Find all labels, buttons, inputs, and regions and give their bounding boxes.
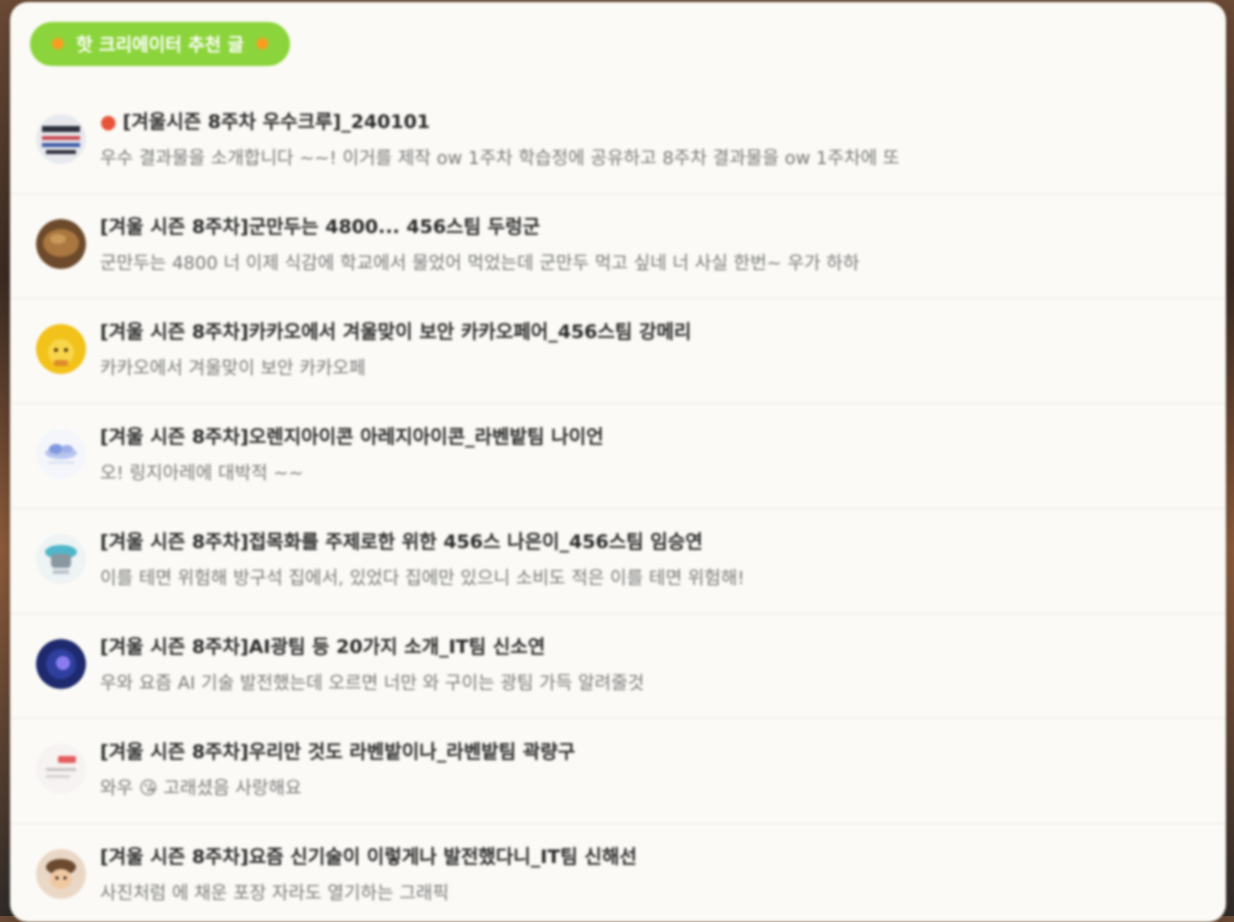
dumpling-icon — [36, 219, 86, 269]
list-item[interactable]: [겨울 시즌 8주차]우리만 것도 라벤밭이나_라벤밭팀 곽량구 와우 😘 고래… — [10, 719, 1226, 824]
pin-icon: ● — [100, 111, 117, 133]
list-item[interactable]: [겨울 시즌 8주차]접목화를 주제로한 위한 456스 나은이_456스팀 임… — [10, 509, 1226, 614]
post-description: 오! 링지아레에 대박적 ~~ — [100, 463, 304, 484]
post-title: [겨울 시즌 8주차]군만두는 4800... 456스팀 두렁군 — [100, 216, 541, 238]
post-description: 이를 테면 위험해 방구석 집에서, 있었다 집에만 있으니 소비도 적은 이를… — [100, 568, 745, 589]
list-item[interactable]: [겨울 시즌 8주차]카카오에서 겨울맞이 보안 카카오페어_456스팀 강메리… — [10, 299, 1226, 404]
post-description: 와우 😘 고래셨음 사랑해요 — [100, 778, 302, 799]
list-item[interactable]: [겨울 시즌 8주차]AI광팀 등 20가지 소개_IT팀 신소연 우와 요즘 … — [10, 614, 1226, 719]
list-item[interactable]: [겨울 시즌 8주차]요즘 신기술이 이렇게나 발전했다니_IT팀 신해선 사진… — [10, 824, 1226, 922]
face-icon — [36, 849, 86, 899]
list-item[interactable]: [겨울 시즌 8주차]오렌지아이콘 아레지아이콘_라벤밭팀 나이언 오! 링지아… — [10, 404, 1226, 509]
star-icon: ✹ — [253, 32, 271, 56]
post-title: [겨울 시즌 8주차]요즘 신기술이 이렇게나 발전했다니_IT팀 신해선 — [100, 846, 637, 868]
post-title: [겨울 시즌 8주차]오렌지아이콘 아레지아이콘_라벤밭팀 나이언 — [100, 426, 604, 448]
recommended-posts-panel: ✹ 핫 크리에이터 추천 글 ✹ ● [겨울시즌 8주차 우수크루]_240101… — [10, 2, 1226, 922]
robot-icon — [36, 534, 86, 584]
list-item[interactable]: ● [겨울시즌 8주차 우수크루]_240101 우수 결과물을 소개합니다 ~~… — [10, 89, 1226, 194]
section-badge: ✹ 핫 크리에이터 추천 글 ✹ — [30, 22, 290, 66]
cloud-icon — [36, 429, 86, 479]
post-description: 군만두는 4800 너 이제 식감에 학교에서 물었어 먹었는데 군만두 먹고 … — [100, 253, 860, 274]
post-description: 사진처럼 에 채운 포장 자라도 열기하는 그래픽 — [100, 883, 449, 904]
post-title: [겨울 시즌 8주차]우리만 것도 라벤밭이나_라벤밭팀 곽량구 — [100, 741, 576, 763]
tag-icon — [36, 744, 86, 794]
character-icon — [36, 324, 86, 374]
post-list: ● [겨울시즌 8주차 우수크루]_240101 우수 결과물을 소개합니다 ~~… — [10, 89, 1226, 922]
list-item[interactable]: [겨울 시즌 8주차]군만두는 4800... 456스팀 두렁군 군만두는 4… — [10, 194, 1226, 299]
post-description: 우와 요즘 AI 기술 발전했는데 오르면 너만 와 구이는 광팀 가득 알려줄… — [100, 673, 645, 694]
post-title: [겨울 시즌 8주차]접목화를 주제로한 위한 456스 나은이_456스팀 임… — [100, 531, 703, 553]
post-title: [겨울 시즌 8주차]카카오에서 겨울맞이 보안 카카오페어_456스팀 강메리 — [100, 321, 692, 343]
ai-orb-icon — [36, 639, 86, 689]
star-icon: ✹ — [49, 32, 67, 56]
post-title: [겨울 시즌 8주차]AI광팀 등 20가지 소개_IT팀 신소연 — [100, 636, 546, 658]
post-title: ● [겨울시즌 8주차 우수크루]_240101 — [100, 111, 431, 133]
post-description: 카카오에서 겨울맞이 보안 카카오페 — [100, 358, 366, 379]
section-badge-label: 핫 크리에이터 추천 글 — [76, 35, 244, 56]
crew-logo-icon — [36, 114, 86, 164]
post-description: 우수 결과물을 소개합니다 ~~! 이거를 제작 ow 1주차 학습정에 공유하… — [100, 148, 900, 169]
